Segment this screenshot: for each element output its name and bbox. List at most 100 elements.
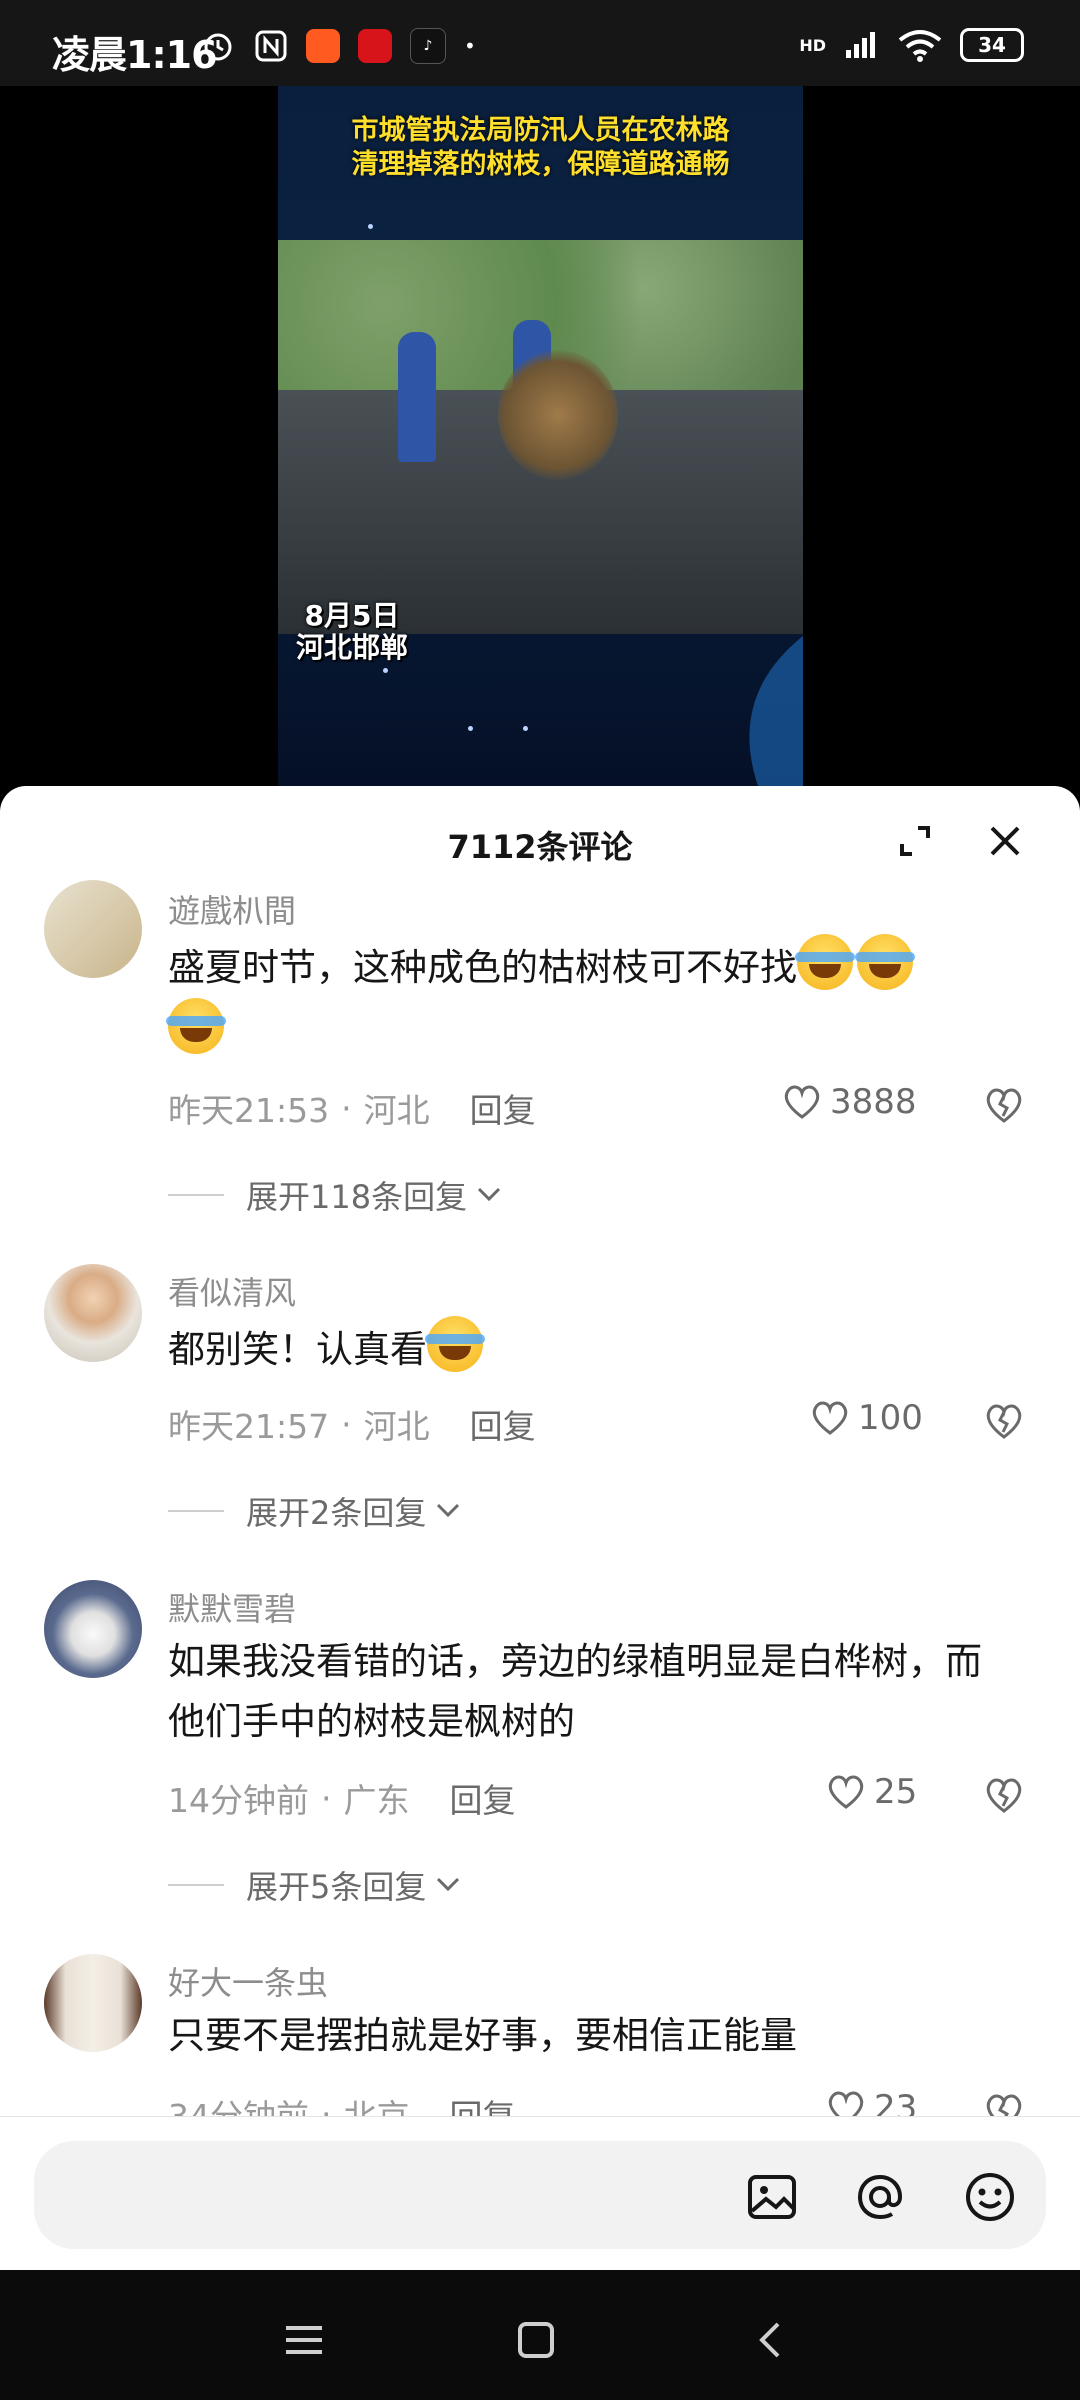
- like-count: 23: [874, 2088, 918, 2116]
- divider-line: [168, 1884, 224, 1886]
- laugh-cry-emoji-icon: [855, 934, 915, 990]
- heart-icon: [828, 1775, 864, 1809]
- at-mention-icon[interactable]: [852, 2169, 908, 2225]
- headline-line-1: 市城管执法局防汛人员在农林路: [351, 115, 730, 146]
- like-count: 100: [858, 1398, 923, 1438]
- comment-time: 14分钟前: [168, 1781, 309, 1820]
- wifi-icon: [898, 30, 942, 62]
- comment-username[interactable]: 好大一条虫: [168, 1958, 328, 2004]
- tiktok-icon: ♪: [410, 28, 446, 64]
- expand-replies-button[interactable]: 展开5条回复: [168, 1862, 464, 1908]
- like-button[interactable]: 100: [810, 1398, 923, 1438]
- meta-separator: ·: [321, 1778, 332, 1818]
- comment-text-body: 都别笑！认真看: [168, 1328, 427, 1371]
- reply-button[interactable]: 回复: [470, 1084, 536, 1132]
- comment-meta: 昨天21:57 · 河北 回复: [168, 1400, 536, 1448]
- avatar[interactable]: [44, 880, 142, 978]
- heart-icon: [828, 2091, 864, 2116]
- heart-icon: [784, 1085, 820, 1119]
- comment-username[interactable]: 默默雪碧: [168, 1584, 296, 1630]
- comment-text: 如果我没看错的话，旁边的绿植明显是白桦树，而他们手中的树枝是枫树的: [168, 1640, 982, 1743]
- alarm-icon: [204, 33, 232, 61]
- bg-star: [368, 224, 373, 229]
- expand-replies-label: 展开5条回复: [246, 1868, 427, 1906]
- laugh-cry-emoji-icon: [425, 1316, 485, 1372]
- comment-time: 昨天21:57: [168, 1407, 330, 1446]
- reply-button[interactable]: 回复: [450, 2090, 516, 2116]
- back-icon[interactable]: [748, 2318, 792, 2362]
- comment-input-bar: [0, 2116, 1080, 2271]
- comment-meta: 14分钟前 · 广东 回复: [168, 1774, 516, 1822]
- divider-line: [168, 1510, 224, 1512]
- headline-line-2: 清理掉落的树枝，保障道路通畅: [351, 149, 730, 180]
- laugh-cry-emoji-icon: [166, 998, 226, 1054]
- reply-button[interactable]: 回复: [470, 1400, 536, 1448]
- laugh-cry-emoji-icon: [795, 934, 855, 990]
- video-player[interactable]: 市城管执法局防汛人员在农林路 清理掉落的树枝，保障道路通畅 8月5日 河北邯郸: [0, 86, 1080, 786]
- comment-time: 昨天21:53: [168, 1091, 330, 1130]
- image-icon[interactable]: [744, 2169, 800, 2225]
- bg-star: [383, 668, 388, 673]
- network-type: HD: [799, 35, 826, 55]
- decor-swoosh: [749, 636, 803, 786]
- comment-region: 广东: [343, 1781, 410, 1820]
- meta-separator: ·: [341, 1404, 352, 1444]
- expand-replies-button[interactable]: 展开2条回复: [168, 1488, 464, 1534]
- broken-heart-icon[interactable]: [983, 1400, 1025, 1442]
- app-icon-orange: [306, 29, 340, 63]
- expand-replies-label: 展开2条回复: [246, 1494, 427, 1532]
- broken-heart-icon[interactable]: [983, 2090, 1025, 2116]
- heart-icon: [812, 1401, 848, 1435]
- meta-separator: ·: [321, 2094, 332, 2117]
- fallen-branches: [498, 350, 618, 480]
- status-app-icons: ♪ •: [200, 28, 476, 64]
- avatar[interactable]: [44, 1954, 142, 2052]
- comment-meta: 34分钟前 · 北京 回复: [168, 2090, 516, 2117]
- battery-indicator: 34: [960, 28, 1024, 62]
- divider-line: [168, 1194, 224, 1196]
- home-icon[interactable]: [514, 2318, 558, 2362]
- avatar[interactable]: [44, 1264, 142, 1362]
- comment-region: 河北: [363, 1407, 430, 1446]
- avatar[interactable]: [44, 1580, 142, 1678]
- comment-region: 北京: [344, 2090, 410, 2116]
- emoji-icon[interactable]: [962, 2169, 1018, 2225]
- like-button[interactable]: 23: [826, 2088, 917, 2116]
- more-dot-icon: •: [464, 34, 476, 58]
- expand-replies-label: 展开118条回复: [246, 1178, 468, 1216]
- video-date-overlay: 8月5日 河北邯郸: [296, 600, 408, 664]
- bg-star: [468, 726, 473, 731]
- close-icon[interactable]: [980, 816, 1030, 866]
- broken-heart-icon[interactable]: [983, 1774, 1025, 1816]
- comment-region: 河北: [363, 1091, 430, 1130]
- chevron-down-icon: [478, 1187, 501, 1202]
- like-button[interactable]: 25: [826, 1772, 917, 1812]
- expand-replies-button[interactable]: 展开118条回复: [168, 1172, 505, 1218]
- comments-sheet: 7112条评论 遊戲朳間 盛夏时节，这种成色的枯树枝可不好找 昨天21:53 ·…: [0, 786, 1080, 2116]
- app-icon-red: [358, 29, 392, 63]
- comment-username[interactable]: 遊戲朳間: [168, 886, 296, 932]
- signal-icon: [846, 32, 875, 58]
- nfc-icon: [255, 30, 287, 62]
- like-count: 25: [874, 1772, 918, 1812]
- menu-icon[interactable]: [282, 2318, 326, 2362]
- comment-text: 只要不是摆拍就是好事，要相信正能量: [168, 2014, 797, 2057]
- chevron-down-icon: [437, 1503, 460, 1518]
- like-button[interactable]: 3888: [782, 1082, 917, 1122]
- comment-text: 盛夏时节，这种成色的枯树枝可不好找: [166, 934, 1018, 1062]
- comment-username[interactable]: 看似清风: [168, 1268, 296, 1314]
- worker-figure: [398, 332, 436, 462]
- video-frame[interactable]: 市城管执法局防汛人员在农林路 清理掉落的树枝，保障道路通畅 8月5日 河北邯郸: [278, 86, 803, 786]
- comment-meta: 昨天21:53 · 河北 回复: [168, 1084, 536, 1132]
- reply-button[interactable]: 回复: [450, 1774, 516, 1822]
- comment-time: 34分钟前: [168, 2090, 309, 2116]
- video-scene: [278, 240, 803, 634]
- video-headline: 市城管执法局防汛人员在农林路 清理掉落的树枝，保障道路通畅: [278, 114, 803, 182]
- broken-heart-icon[interactable]: [983, 1084, 1025, 1126]
- expand-icon[interactable]: [890, 816, 940, 866]
- meta-separator: ·: [341, 1088, 352, 1128]
- like-count: 3888: [830, 1082, 917, 1122]
- comment-text-body: 盛夏时节，这种成色的枯树枝可不好找: [168, 946, 797, 989]
- video-location: 河北邯郸: [296, 631, 409, 664]
- system-nav-bar: [0, 2270, 1080, 2400]
